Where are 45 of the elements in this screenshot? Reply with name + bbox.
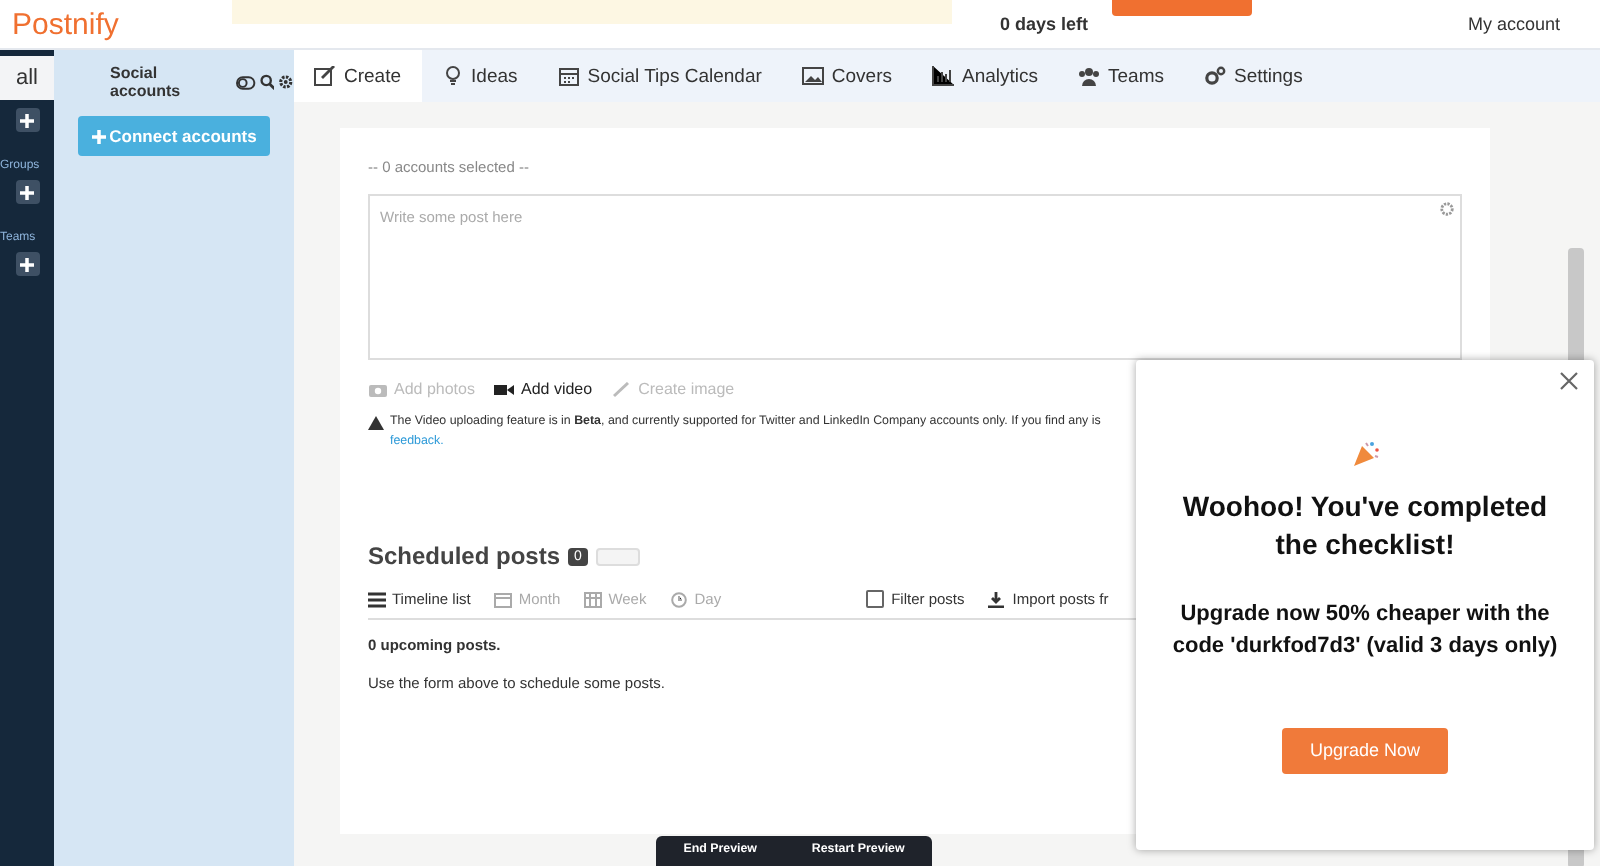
camera-icon: [368, 381, 388, 397]
plus-icon: [20, 113, 34, 127]
toggle-icon[interactable]: [235, 75, 256, 89]
nav-tab[interactable]: Ideas: [421, 50, 538, 102]
calendar-icon: [557, 66, 580, 86]
add-button[interactable]: [15, 180, 39, 204]
trial-text: 0 days left: [1000, 14, 1089, 34]
image-icon: [801, 66, 824, 86]
popup-title: Woohoo! You've completed the checklist!: [1180, 488, 1550, 564]
bar-chart-icon: [932, 66, 954, 86]
edit-icon: [314, 66, 336, 86]
users-icon: [1078, 66, 1101, 86]
plus-icon: [20, 257, 34, 271]
search-icon[interactable]: [259, 74, 275, 90]
clock-icon: [670, 591, 689, 608]
settings-icon: [1204, 66, 1226, 86]
grid-icon: [584, 591, 603, 608]
calendar-icon: [494, 591, 513, 608]
empty-tag: [595, 547, 640, 566]
lightbulb-icon: [441, 66, 464, 86]
warning-icon: [368, 416, 384, 430]
party-popper-icon: [1351, 440, 1379, 468]
nav-tab[interactable]: Analytics: [912, 50, 1059, 102]
section-title: Scheduled posts: [368, 542, 561, 571]
settings-icon[interactable]: [278, 74, 294, 90]
download-icon: [988, 591, 1005, 608]
nav-tab[interactable]: Social Tips Calendar: [537, 50, 782, 102]
media-button[interactable]: Add video: [494, 380, 593, 398]
add-button[interactable]: [15, 252, 39, 276]
close-icon[interactable]: [1560, 372, 1578, 390]
nav-tab[interactable]: Teams: [1058, 50, 1184, 102]
checkbox[interactable]: [865, 590, 884, 609]
popup-message: Upgrade now 50% cheaper with the code 'durkfod7d3' (valid 3 days only): [1170, 599, 1560, 662]
plus-icon: [91, 129, 106, 143]
brush-icon: [612, 381, 633, 397]
nav-tab[interactable]: Create: [294, 50, 422, 102]
add-button[interactable]: [15, 108, 39, 132]
list-icon: [368, 591, 386, 608]
nav-tab[interactable]: Covers: [781, 50, 912, 102]
account-link[interactable]: My account: [1467, 14, 1560, 34]
plus-icon: [20, 185, 34, 199]
all-tab[interactable]: all: [0, 56, 54, 100]
video-camera-icon: [494, 381, 515, 397]
panel-title: Social accounts: [110, 64, 183, 100]
nav-tab[interactable]: Settings: [1184, 50, 1323, 102]
